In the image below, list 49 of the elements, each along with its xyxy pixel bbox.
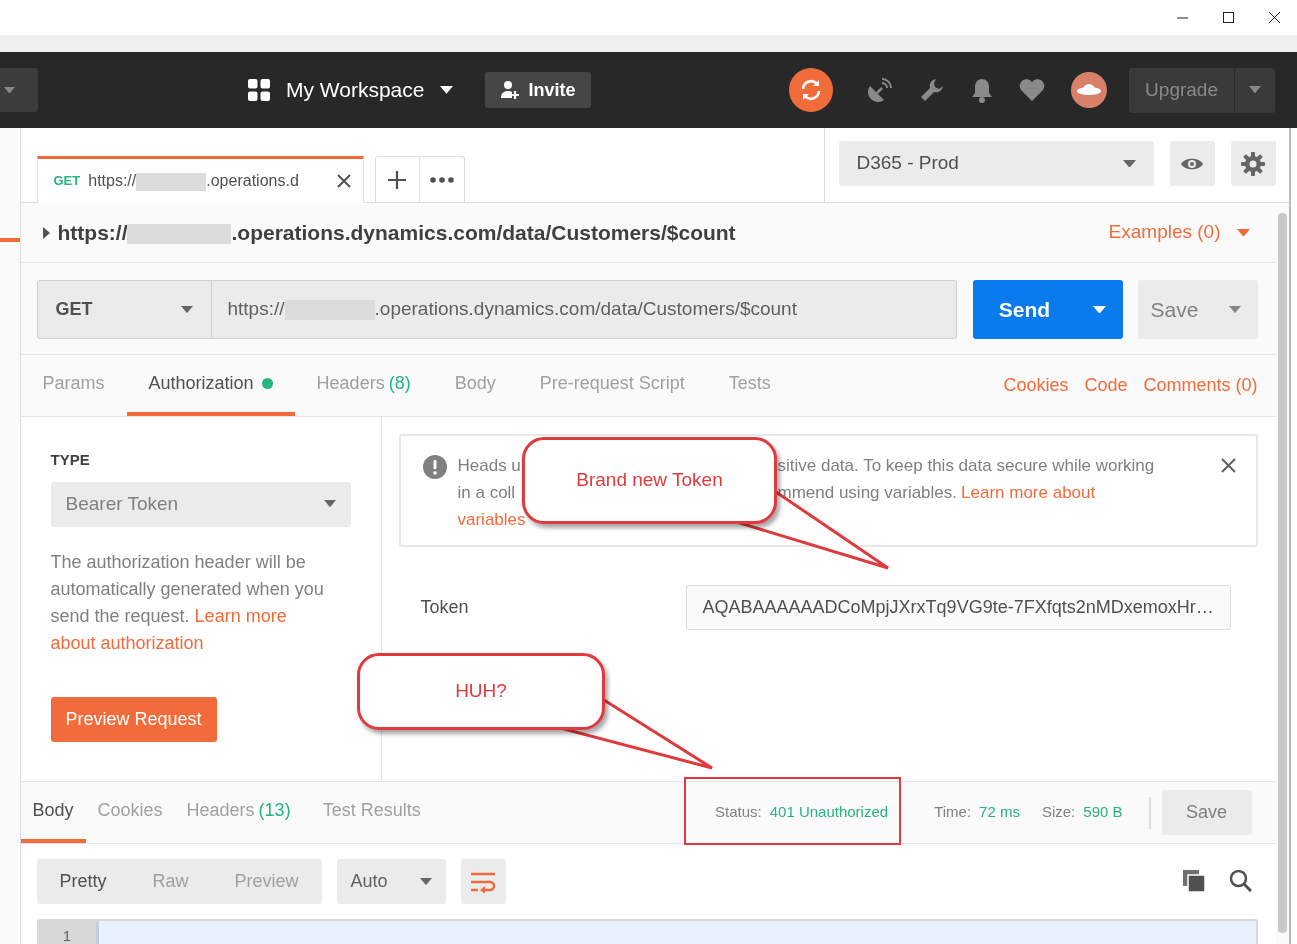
alert-text: sitive data. To keep this data secure while working	[777, 455, 1155, 477]
upgrade-button[interactable]: Upgrade	[1129, 67, 1275, 113]
request-name: https:// .operations.dynamics.com/data/Customers/$count	[57, 219, 736, 247]
status-value: 590 B	[1083, 802, 1123, 823]
request-section-tab[interactable]: Tests	[706, 355, 793, 416]
alert-text: in a coll	[457, 483, 516, 502]
description-text: The authorization header will be automatically generated when you send the request. Learn more about authorization	[50, 550, 325, 655]
environment-dropdown[interactable]: D365 - Prod	[838, 141, 1154, 186]
type-label: TYPE	[50, 450, 91, 470]
request-section-tab[interactable]: Pre-request Script	[517, 355, 707, 416]
format-dropdown[interactable]: Auto	[336, 859, 446, 904]
status-label: Time:	[934, 802, 972, 823]
link[interactable]: about authorization	[50, 632, 204, 653]
method-dropdown[interactable]: GET	[36, 280, 212, 339]
save-response-button[interactable]: Save	[1161, 790, 1252, 835]
request-section-tab[interactable]: Body	[432, 355, 518, 416]
auth-type-dropdown[interactable]: Bearer Token	[50, 481, 351, 527]
workspace-dropdown[interactable]: My Workspace	[286, 74, 454, 106]
request-section-tab[interactable]: Params	[20, 355, 127, 416]
response-tab[interactable]: Cookies	[85, 782, 175, 843]
tab-title: https:// .operations.d	[88, 171, 299, 193]
link[interactable]: Learn more	[194, 605, 287, 626]
response-tab[interactable]: Test Results	[310, 782, 433, 843]
examples-dropdown[interactable]: Examples (0)	[1108, 218, 1250, 247]
request-section-tab[interactable]: Headers (8)	[294, 355, 433, 416]
status-label: Size:	[1041, 802, 1076, 823]
alert-text: mmend using variables.	[777, 482, 958, 504]
view-mode-tab[interactable]: Pretty	[36, 859, 130, 904]
view-mode-tab[interactable]: Raw	[129, 859, 212, 904]
link[interactable]: Code	[1084, 372, 1128, 399]
status-value: 401 Unauthorized	[769, 802, 889, 823]
invite-button[interactable]: Invite	[485, 72, 591, 108]
token-label: Token	[420, 596, 469, 619]
link[interactable]: Learn more about	[961, 479, 1096, 506]
url-field[interactable]: https:// .operations.dynamics.com/data/Customers/$count	[211, 280, 957, 339]
line-number: 1	[38, 921, 99, 944]
view-mode-tab[interactable]: Preview	[211, 859, 322, 904]
status-label: Status:	[715, 802, 762, 823]
request-tab[interactable]: GET https:// .operations.d	[36, 156, 364, 203]
callout: HUH?	[357, 653, 605, 730]
alert-text: Heads u	[457, 456, 521, 475]
method-tag: GET	[53, 171, 81, 191]
response-tab[interactable]: Headers (13)	[174, 782, 303, 843]
link[interactable]: Cookies	[1003, 372, 1069, 399]
code-editor[interactable]: 1	[36, 919, 1258, 944]
link[interactable]: Comments (0)	[1143, 372, 1258, 399]
token-field[interactable]: AQABAAAAAADCoMpjJXrxTq9VG9te-7FXfqts2nMDxemoxHr…	[685, 585, 1231, 630]
status-value: 72 ms	[979, 802, 1020, 823]
preview-request-button[interactable]: Preview Request	[50, 696, 217, 742]
